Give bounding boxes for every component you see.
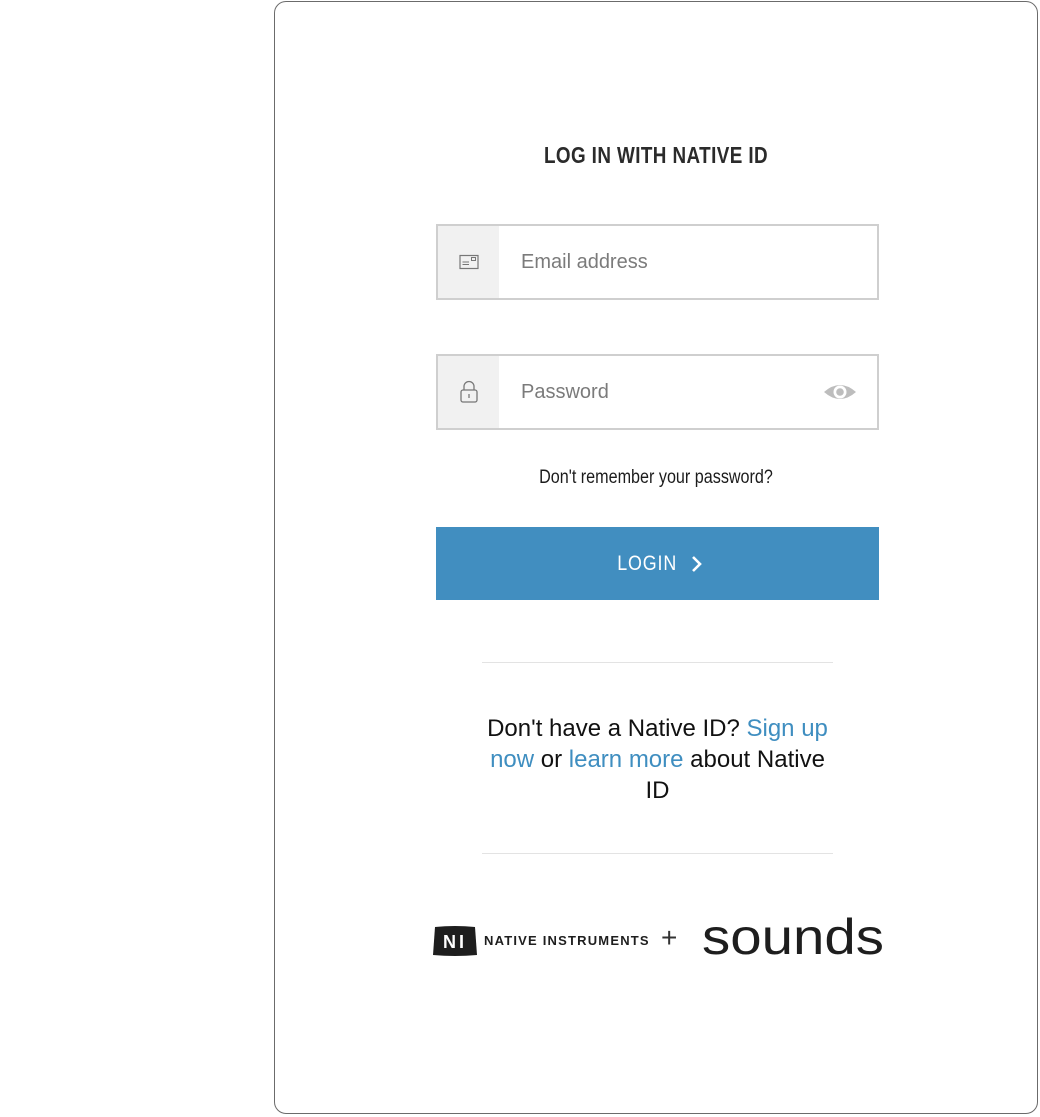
sounds-wordmark: sounds <box>702 916 884 962</box>
signup-text: Don't have a Native ID? Sign up now or l… <box>480 713 835 806</box>
signup-prefix: Don't have a Native ID? <box>487 715 747 742</box>
native-instruments-wordmark: NATIVE INSTRUMENTS <box>484 933 650 948</box>
email-input[interactable] <box>499 226 859 298</box>
sounds-logo: sounds <box>702 916 884 962</box>
chevron-right-icon <box>691 555 702 572</box>
email-icon-box <box>438 226 499 298</box>
lock-icon <box>459 380 478 403</box>
forgot-password-link[interactable]: Don't remember your password? <box>332 467 980 489</box>
brand-logos: NI NATIVE INSTRUMENTS + sounds <box>432 916 884 962</box>
login-button-label: LOGIN <box>617 551 678 575</box>
login-button[interactable]: LOGIN <box>436 527 879 600</box>
divider-bottom <box>482 853 833 854</box>
signup-middle: or <box>534 746 569 773</box>
login-panel: LOG IN WITH NATIVE ID Don't rem <box>274 1 1038 1114</box>
password-input[interactable] <box>499 356 859 428</box>
page-title: LOG IN WITH NATIVE ID <box>543 142 769 168</box>
native-instruments-logo: NI <box>433 926 477 956</box>
email-field[interactable] <box>436 224 879 300</box>
ni-mark: NI <box>443 932 467 952</box>
envelope-icon <box>458 254 479 270</box>
password-icon-box <box>438 356 499 428</box>
learn-more-link[interactable]: learn more <box>569 746 684 773</box>
plus-sign: + <box>661 922 678 953</box>
password-field[interactable] <box>436 354 879 430</box>
divider-top <box>482 662 833 663</box>
eye-icon[interactable] <box>823 380 857 404</box>
